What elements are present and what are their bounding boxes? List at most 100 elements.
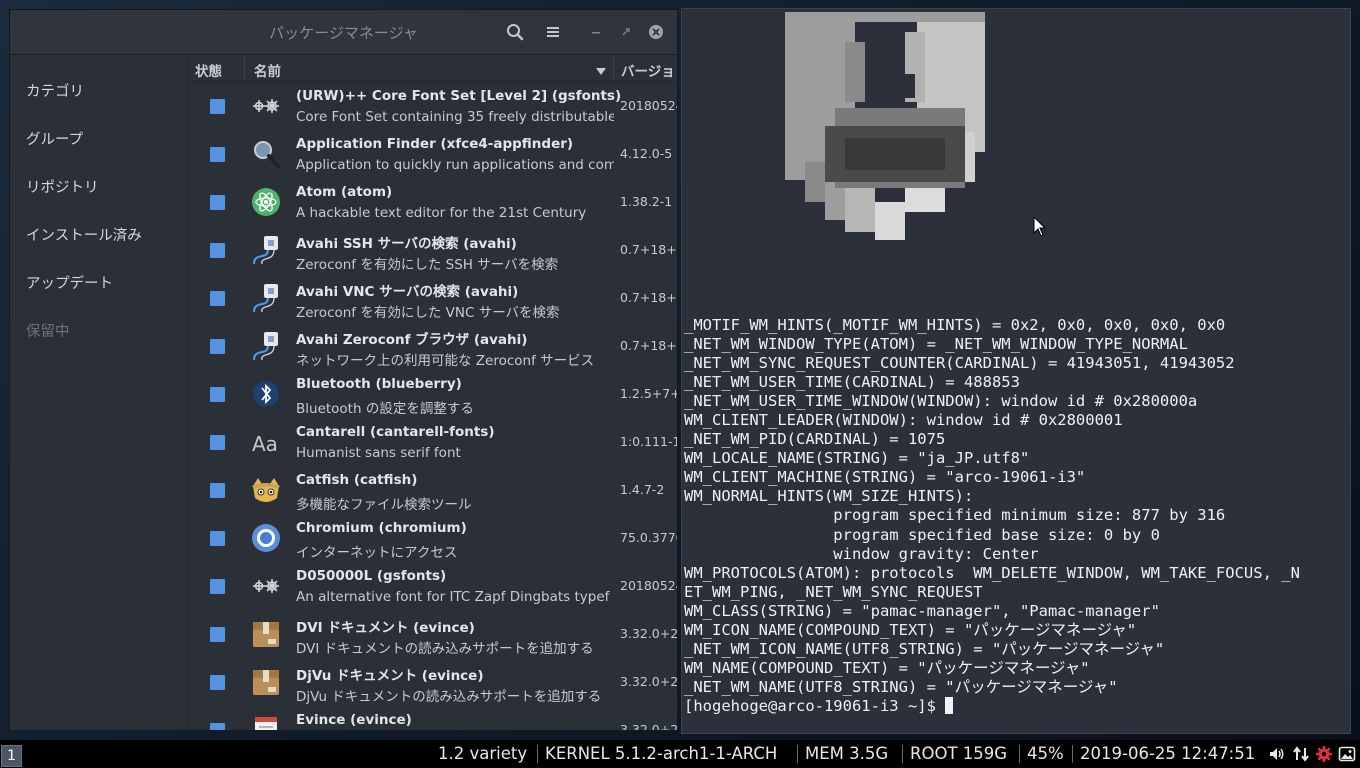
package-name: Catfish (catfish) — [296, 472, 418, 488]
package-checkbox[interactable] — [210, 627, 225, 642]
network-cable-icon — [250, 282, 282, 314]
sidebar-item-installed[interactable]: インストール済み — [26, 224, 142, 245]
package-description: Zeroconf を有効にした VNC サーバを検索 — [296, 305, 560, 321]
terminal-line: WM_LOCALE_NAME(STRING) = "ja_JP.utf8" — [684, 449, 1030, 468]
package-description: DjVu ドキュメントの読み込みサポートを追加する — [296, 689, 602, 705]
package-row[interactable]: Atom (atom) A hackable text editor for th… — [188, 178, 677, 226]
document-viewer-icon — [250, 714, 282, 730]
atom-icon — [250, 186, 282, 218]
package-checkbox[interactable] — [210, 291, 225, 306]
memory-status: MEM 3.5G — [805, 744, 889, 763]
package-row[interactable]: Avahi VNC サーバの検索 (avahi) Zeroconf を有効にした … — [188, 274, 677, 322]
package-version: 0.7+18+g — [620, 242, 677, 257]
package-checkbox[interactable] — [210, 675, 225, 690]
package-row[interactable]: Catfish (catfish) 多機能なファイル検索ツール 1.4.7-2 — [188, 466, 677, 514]
package-description: Bluetooth の設定を調整する — [296, 401, 474, 417]
package-checkbox[interactable] — [210, 147, 225, 162]
package-row[interactable]: Chromium (chromium) インターネットにアクセス 75.0.3770 — [188, 514, 677, 562]
clock: 2019-06-25 12:47:51 — [1080, 744, 1256, 763]
package-checkbox[interactable] — [210, 99, 225, 114]
package-description: Zeroconf を有効にした SSH サーバを検索 — [296, 257, 559, 273]
separator — [1019, 745, 1020, 763]
terminal-line: _NET_WM_NAME(UTF8_STRING) = "パッケージマネージャ" — [684, 677, 1118, 696]
package-checkbox[interactable] — [210, 339, 225, 354]
package-checkbox[interactable] — [210, 723, 225, 730]
package-row[interactable]: Application Finder (xfce4-appfinder) Appl… — [188, 130, 677, 178]
minimize-icon[interactable] — [585, 21, 607, 43]
package-name: Avahi VNC サーバの検索 (avahi) — [296, 284, 519, 300]
package-description: ネットワーク上の利用可能な Zeroconf サービス — [296, 353, 595, 369]
package-checkbox[interactable] — [210, 483, 225, 498]
column-header-state[interactable]: 状態 — [195, 60, 222, 80]
package-row[interactable]: Aa Cantarell (cantarell-fonts) Humanist sa… — [188, 418, 677, 466]
package-checkbox[interactable] — [210, 195, 225, 210]
sidebar-item-updates[interactable]: アップデート — [26, 272, 113, 293]
package-version: 3.32.0+2 — [620, 722, 677, 730]
terminal-line: WM_CLIENT_LEADER(WINDOW): window id # 0x… — [684, 411, 1123, 430]
font-glyph-icon — [250, 570, 282, 602]
terminal-line: program specified base size: 0 by 0 — [684, 525, 1160, 544]
column-header-name[interactable]: 名前 — [254, 60, 281, 80]
sidebar-item-repositories[interactable]: リポジトリ — [26, 176, 99, 197]
package-checkbox[interactable] — [210, 435, 225, 450]
package-description: Application to quickly run applications … — [296, 157, 614, 173]
package-row[interactable]: D050000L (gsfonts) An alternative font fo… — [188, 562, 677, 610]
package-checkbox[interactable] — [210, 387, 225, 402]
package-version: 0.7+18+g — [620, 290, 677, 305]
sidebar-item-groups[interactable]: グループ — [26, 128, 83, 149]
package-name: DjVu ドキュメント (evince) — [296, 668, 484, 684]
package-row[interactable]: DVI ドキュメント (evince) DVI ドキュメントの読み込みサポートを追… — [188, 610, 677, 658]
column-header-row: 状態 名前 バージョ — [188, 55, 677, 82]
terminal-line: _NET_WM_USER_TIME(CARDINAL) = 488853 — [684, 373, 1020, 392]
shell-prompt: [hogehoge@arco-19061-i3 ~]$ — [684, 696, 946, 715]
package-name: (URW)++ Core Font Set [Level 2] (gsfonts… — [296, 88, 622, 104]
terminal-line: _NET_WM_USER_TIME_WINDOW(WINDOW): window… — [684, 392, 1198, 411]
image-viewer-icon[interactable] — [1338, 745, 1356, 763]
package-checkbox[interactable] — [210, 243, 225, 258]
package-row[interactable]: DjVu ドキュメント (evince) DjVu ドキュメントの読み込みサポート… — [188, 658, 677, 706]
package-name: Avahi Zeroconf ブラウザ (avahi) — [296, 332, 528, 348]
menu-icon[interactable] — [542, 21, 564, 43]
close-icon[interactable] — [645, 21, 667, 43]
package-checkbox[interactable] — [210, 579, 225, 594]
package-checkbox[interactable] — [210, 531, 225, 546]
terminal-window[interactable]: _MOTIF_WM_HINTS(_MOTIF_WM_HINTS) = 0x2, … — [682, 9, 1350, 733]
package-name: Bluetooth (blueberry) — [296, 376, 462, 392]
package-row[interactable]: Evince (evince) 3.32.0+2 — [188, 706, 677, 730]
search-icon[interactable] — [504, 21, 526, 43]
terminal-line: WM_ICON_NAME(COMPOUND_TEXT) = "パッケージマネージ… — [684, 620, 1137, 639]
maximize-icon[interactable] — [615, 21, 637, 43]
package-row[interactable]: Bluetooth (blueberry) Bluetooth の設定を調整する 1… — [188, 370, 677, 418]
chromium-icon — [250, 522, 282, 554]
status-bar: 1 1.2 variety KERNEL 5.1.2-arch1-1-ARCH … — [0, 740, 1360, 768]
package-row[interactable]: Avahi Zeroconf ブラウザ (avahi) ネットワーク上の利用可能な… — [188, 322, 677, 370]
terminal-output: _MOTIF_WM_HINTS(_MOTIF_WM_HINTS) = 0x2, … — [684, 316, 1348, 716]
terminal-line: ET_WM_PING, _NET_WM_SYNC_REQUEST — [684, 582, 983, 601]
package-name: D050000L (gsfonts) — [296, 568, 447, 584]
package-version: 20180524 — [620, 98, 677, 113]
volume-icon[interactable] — [1268, 745, 1286, 763]
package-description: An alternative font for ITC Zapf Dingbat… — [296, 589, 610, 605]
package-list: 状態 名前 バージョ (URW)++ Core Font Set [Level … — [188, 55, 677, 730]
sidebar-item-categories[interactable]: カテゴリ — [26, 80, 84, 101]
package-row[interactable]: Avahi SSH サーバの検索 (avahi) Zeroconf を有効にした … — [188, 226, 677, 274]
column-header-version[interactable]: バージョ — [621, 60, 675, 80]
package-name: Atom (atom) — [296, 184, 393, 200]
package-version: 1.4.7-2 — [620, 482, 665, 497]
network-arrows-icon[interactable] — [1292, 745, 1310, 763]
package-version: 3.32.0+2 — [620, 674, 677, 689]
sort-descending-icon[interactable] — [596, 64, 606, 80]
separator — [1072, 745, 1073, 763]
volume-percent: 45% — [1027, 744, 1064, 763]
package-description: 多機能なファイル検索ツール — [296, 497, 472, 513]
terminal-line: WM_NAME(COMPOUND_TEXT) = "パッケージマネージャ" — [684, 658, 1090, 677]
package-description: A hackable text editor for the 21st Cent… — [296, 205, 587, 221]
kernel-status: KERNEL 5.1.2-arch1-1-ARCH — [545, 744, 778, 763]
catfish-icon — [250, 474, 282, 506]
workspace-button[interactable]: 1 — [1, 745, 22, 767]
update-alert-icon[interactable] — [1315, 745, 1333, 763]
package-version: 1.38.2-1 — [620, 194, 673, 209]
pamac-window-title: パッケージマネージャ — [269, 24, 418, 42]
package-row[interactable]: (URW)++ Core Font Set [Level 2] (gsfonts… — [188, 82, 677, 130]
terminal-prompt-line[interactable]: [hogehoge@arco-19061-i3 ~]$ — [684, 696, 1348, 716]
